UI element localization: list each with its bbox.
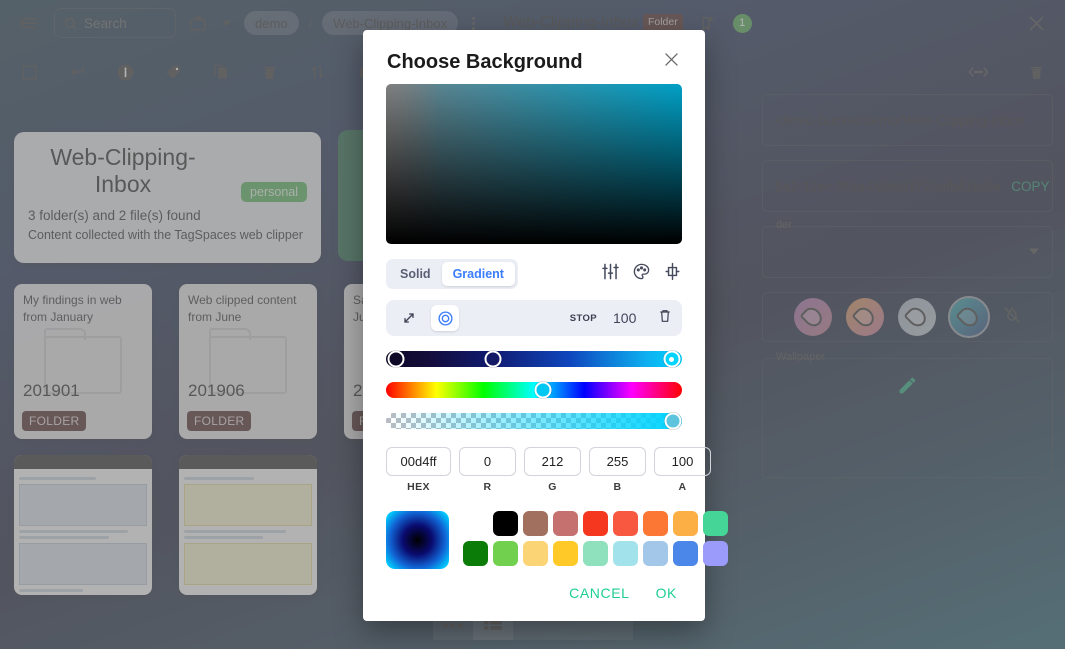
swatch-a3c7e8[interactable] bbox=[643, 541, 668, 566]
red-field[interactable]: 0 bbox=[459, 447, 516, 476]
tab-gradient[interactable]: Gradient bbox=[441, 262, 515, 286]
swatch-a2e2ea[interactable] bbox=[613, 541, 638, 566]
dialog-body: Solid Gradient STOP 100 00d4ff HEX 0 R 2… bbox=[363, 80, 728, 569]
color-value-inputs: 00d4ff HEX 0 R 212 G 255 B 100 A bbox=[386, 447, 711, 493]
swatch-c4716f[interactable] bbox=[553, 511, 578, 536]
green-label: G bbox=[548, 481, 557, 493]
stop-value[interactable]: 100 bbox=[605, 310, 649, 326]
hex-field[interactable]: 00d4ff bbox=[386, 447, 451, 476]
swatch-fb7733[interactable] bbox=[643, 511, 668, 536]
choose-background-dialog: Choose Background Solid Gradient STOP 10… bbox=[363, 30, 728, 621]
swatch-72d04f[interactable] bbox=[493, 541, 518, 566]
blue-label: B bbox=[613, 481, 622, 493]
linear-gradient-icon[interactable] bbox=[395, 305, 423, 331]
cancel-button[interactable]: CANCEL bbox=[569, 585, 629, 601]
dialog-header: Choose Background bbox=[363, 30, 705, 80]
swatch-a2705e[interactable] bbox=[523, 511, 548, 536]
swatch-0b7c08[interactable] bbox=[463, 541, 488, 566]
swatch-fcaf45[interactable] bbox=[673, 511, 698, 536]
gradient-preview bbox=[386, 511, 449, 569]
swatch-000000[interactable] bbox=[493, 511, 518, 536]
close-icon[interactable] bbox=[662, 50, 681, 74]
gradient-stop-1[interactable] bbox=[484, 350, 502, 368]
stop-label: STOP bbox=[569, 312, 597, 324]
tune-sliders-icon[interactable] bbox=[601, 262, 620, 286]
color-mode-toggle: Solid Gradient bbox=[386, 259, 518, 289]
swatch-9a9bfa[interactable] bbox=[703, 541, 728, 566]
tab-solid[interactable]: Solid bbox=[389, 262, 442, 286]
hex-label: HEX bbox=[407, 481, 430, 493]
trash-icon[interactable] bbox=[657, 308, 673, 329]
swatch-f95840[interactable] bbox=[613, 511, 638, 536]
swatch-fad475[interactable] bbox=[523, 541, 548, 566]
gradient-compare-icon[interactable] bbox=[663, 262, 682, 286]
swatch-f6371f[interactable] bbox=[583, 511, 608, 536]
dialog-footer: CANCEL OK bbox=[363, 571, 705, 621]
alpha-label: A bbox=[678, 481, 687, 493]
swatch-spacer bbox=[463, 511, 488, 536]
picker-type-icons bbox=[601, 262, 682, 286]
swatch-grid bbox=[463, 511, 728, 566]
red-label: R bbox=[483, 481, 492, 493]
gradient-stop-2[interactable] bbox=[663, 350, 681, 368]
alpha-knob[interactable] bbox=[664, 412, 682, 430]
ok-button[interactable]: OK bbox=[656, 585, 677, 601]
palette-icon[interactable] bbox=[632, 262, 651, 286]
swatch-8fe0bd[interactable] bbox=[583, 541, 608, 566]
swatch-area bbox=[386, 511, 728, 569]
alpha-slider[interactable] bbox=[386, 412, 682, 430]
dialog-title: Choose Background bbox=[387, 50, 583, 73]
swatch-45d596[interactable] bbox=[703, 511, 728, 536]
gradient-stop-row: STOP 100 bbox=[386, 300, 682, 336]
alpha-field[interactable]: 100 bbox=[654, 447, 711, 476]
gradient-stop-0[interactable] bbox=[387, 350, 405, 368]
swatch-4a87e8[interactable] bbox=[673, 541, 698, 566]
gradient-stops-slider[interactable] bbox=[386, 350, 682, 368]
green-field[interactable]: 212 bbox=[524, 447, 581, 476]
radial-gradient-icon[interactable] bbox=[431, 305, 459, 331]
blue-field[interactable]: 255 bbox=[589, 447, 646, 476]
swatch-ffca28[interactable] bbox=[553, 541, 578, 566]
hue-knob[interactable] bbox=[534, 381, 552, 399]
hue-slider[interactable] bbox=[386, 381, 682, 399]
saturation-value-picker[interactable] bbox=[386, 84, 682, 244]
mode-and-type-row: Solid Gradient bbox=[386, 259, 682, 289]
